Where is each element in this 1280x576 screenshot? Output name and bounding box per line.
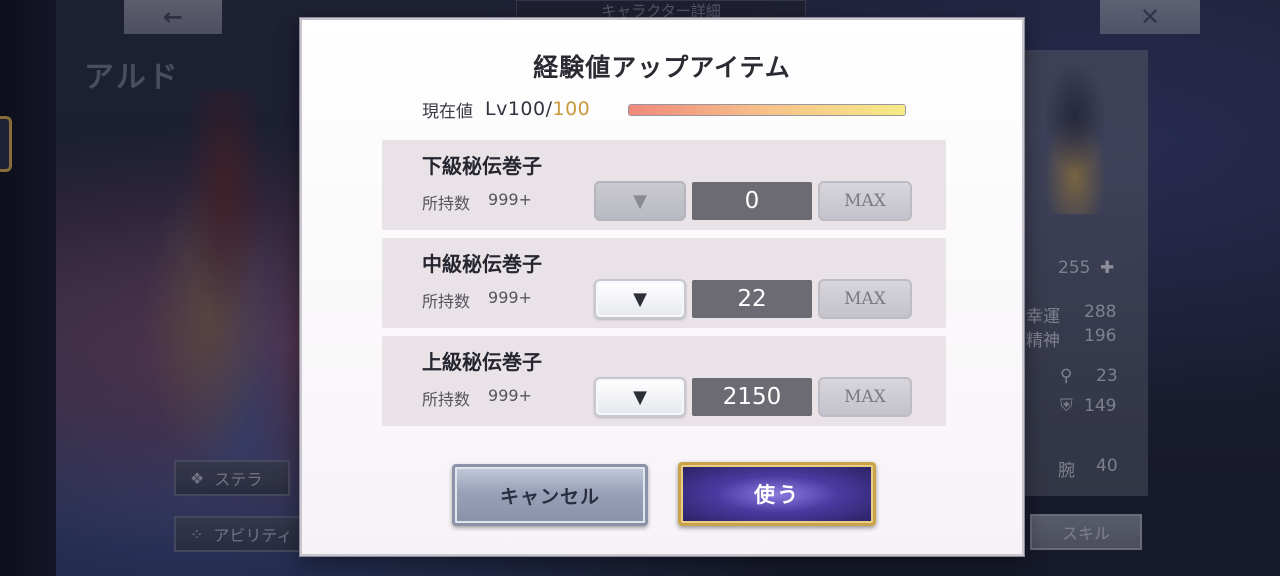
item-owned: 所持数 999+	[422, 190, 532, 214]
level-row: 現在値 Lv100/100	[422, 96, 590, 122]
item-name: 下級秘伝巻子	[422, 154, 542, 178]
decrement-button[interactable]: ▼	[594, 279, 686, 319]
use-button[interactable]: 使う	[678, 462, 876, 526]
owned-label: 所持数	[422, 390, 471, 409]
item-owned: 所持数 999+	[422, 386, 532, 410]
current-level-value: Lv100/100	[485, 98, 590, 120]
item-owned: 所持数 999+	[422, 288, 532, 312]
owned-count: 999+	[488, 190, 532, 209]
decrement-button[interactable]: ▼	[594, 377, 686, 417]
max-button[interactable]: MAX	[818, 279, 912, 319]
item-name: 中級秘伝巻子	[422, 252, 542, 276]
owned-label: 所持数	[422, 194, 471, 213]
quantity-value: 2150	[692, 378, 812, 416]
owned-count: 999+	[488, 288, 532, 307]
item-card-mid: 中級秘伝巻子 所持数 999+ ▼ 22 MAX	[382, 238, 946, 328]
decrement-button[interactable]: ▼	[594, 181, 686, 221]
cancel-button[interactable]: キャンセル	[452, 464, 648, 526]
max-button[interactable]: MAX	[818, 181, 912, 221]
level-text: Lv100/	[485, 98, 553, 120]
exp-item-dialog: 経験値アップアイテム 現在値 Lv100/100 下級秘伝巻子 所持数 999+…	[300, 18, 1024, 556]
down-triangle-icon: ▼	[633, 288, 647, 310]
level-max: 100	[552, 98, 591, 120]
owned-label: 所持数	[422, 292, 471, 311]
down-triangle-icon: ▼	[633, 386, 647, 408]
dialog-title: 経験値アップアイテム	[533, 53, 791, 82]
exp-progress-fill	[629, 105, 905, 115]
down-triangle-icon: ▼	[633, 190, 647, 212]
max-button[interactable]: MAX	[818, 377, 912, 417]
quantity-value: 0	[692, 182, 812, 220]
item-card-low: 下級秘伝巻子 所持数 999+ ▼ 0 MAX	[382, 140, 946, 230]
exp-progress-bar	[628, 104, 906, 116]
item-name: 上級秘伝巻子	[422, 350, 542, 374]
current-level-label: 現在値	[422, 101, 473, 122]
owned-count: 999+	[488, 386, 532, 405]
item-card-high: 上級秘伝巻子 所持数 999+ ▼ 2150 MAX	[382, 336, 946, 426]
quantity-value: 22	[692, 280, 812, 318]
